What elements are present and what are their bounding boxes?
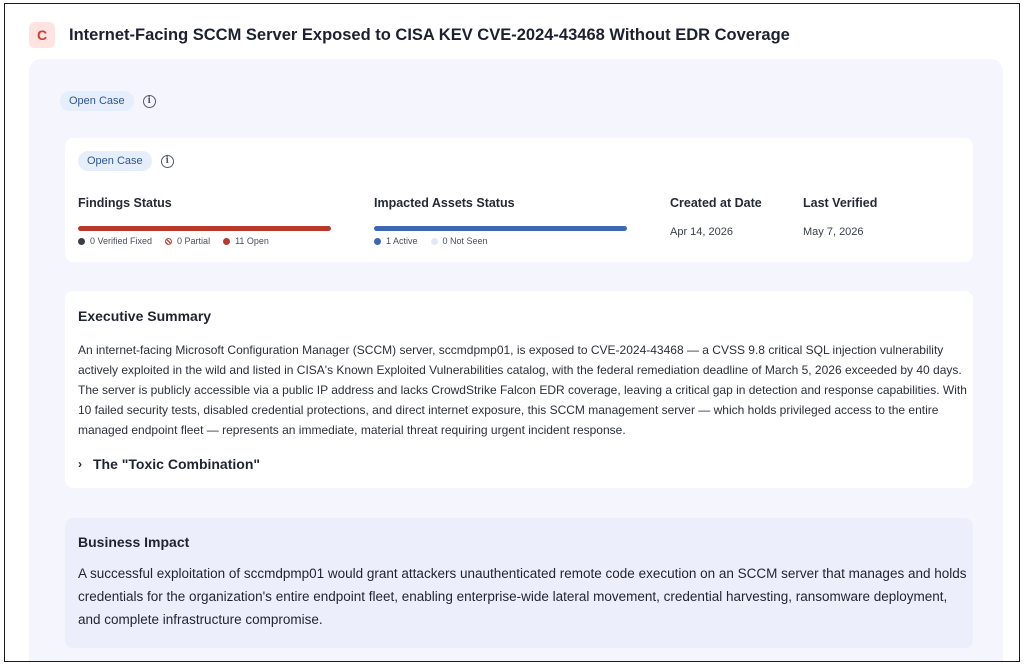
title-row: C Internet-Facing SCCM Server Exposed to… [29, 22, 790, 48]
info-icon[interactable]: i [142, 94, 156, 108]
business-impact-text: A successful exploitation of sccmdpmp01 … [78, 566, 967, 627]
partial-dot [165, 237, 173, 245]
status-card: Open Case i Findings Status 0 Verified F… [65, 138, 973, 262]
business-impact-title: Business Impact [78, 534, 190, 550]
window-frame: C Internet-Facing SCCM Server Exposed to… [4, 3, 1020, 662]
findings-progress-bar [78, 226, 331, 231]
assets-progress-bar [374, 226, 627, 231]
findings-legend: 0 Verified Fixed 0 Partial 11 Open [78, 236, 282, 246]
executive-summary-title: Executive Summary [78, 308, 212, 324]
verified-fixed-label: 0 Verified Fixed [90, 236, 153, 246]
open-case-badge-secondary[interactable]: Open Case [78, 151, 152, 171]
active-label: 1 Active [386, 236, 418, 246]
not-seen-dot [430, 237, 438, 245]
last-verified: Last Verified May 7, 2026 [803, 196, 878, 238]
assets-legend: 1 Active 0 Not Seen [374, 236, 501, 246]
case-status-row: Open Case i [60, 91, 156, 111]
legend-not-seen: 0 Not Seen [430, 236, 488, 246]
created-date-label: Created at Date [670, 196, 762, 210]
case-logo: C [29, 22, 55, 48]
open-dot [223, 237, 231, 245]
page-title: Internet-Facing SCCM Server Exposed to C… [69, 25, 790, 44]
active-dot [374, 237, 381, 245]
toxic-combination-toggle[interactable]: › The "Toxic Combination" [78, 456, 260, 472]
executive-summary-text: An internet-facing Microsoft Configurati… [78, 343, 967, 437]
open-label: 11 Open [235, 236, 269, 246]
legend-active: 1 Active [374, 236, 418, 246]
legend-open: 11 Open [223, 236, 269, 246]
info-icon[interactable]: i [160, 154, 174, 168]
partial-label: 0 Partial [177, 236, 211, 246]
verified-fixed-dot [78, 237, 85, 245]
assets-status: Impacted Assets Status [374, 196, 515, 210]
toxic-combination-label[interactable]: The "Toxic Combination" [93, 456, 260, 472]
last-verified-label: Last Verified [803, 196, 878, 210]
chevron-right-icon[interactable]: › [78, 457, 82, 471]
created-date-value: Apr 14, 2026 [670, 226, 733, 238]
assets-status-label: Impacted Assets Status [374, 196, 515, 210]
last-verified-value: May 7, 2026 [803, 226, 864, 238]
created-date: Created at Date Apr 14, 2026 [670, 196, 762, 238]
findings-status: Findings Status [78, 196, 172, 210]
executive-summary-card: Executive Summary An internet-facing Mic… [65, 291, 973, 488]
case-panel: Open Case i Open Case i Findings Status … [29, 59, 1003, 661]
open-case-badge[interactable]: Open Case [60, 91, 134, 111]
legend-verified-fixed: 0 Verified Fixed [78, 236, 152, 246]
findings-status-label: Findings Status [78, 196, 172, 210]
legend-partial: 0 Partial [165, 236, 210, 246]
status-card-badge-row: Open Case i [78, 151, 174, 171]
business-impact-card: Business Impact A successful exploitatio… [65, 518, 973, 648]
not-seen-label: 0 Not Seen [442, 236, 488, 246]
